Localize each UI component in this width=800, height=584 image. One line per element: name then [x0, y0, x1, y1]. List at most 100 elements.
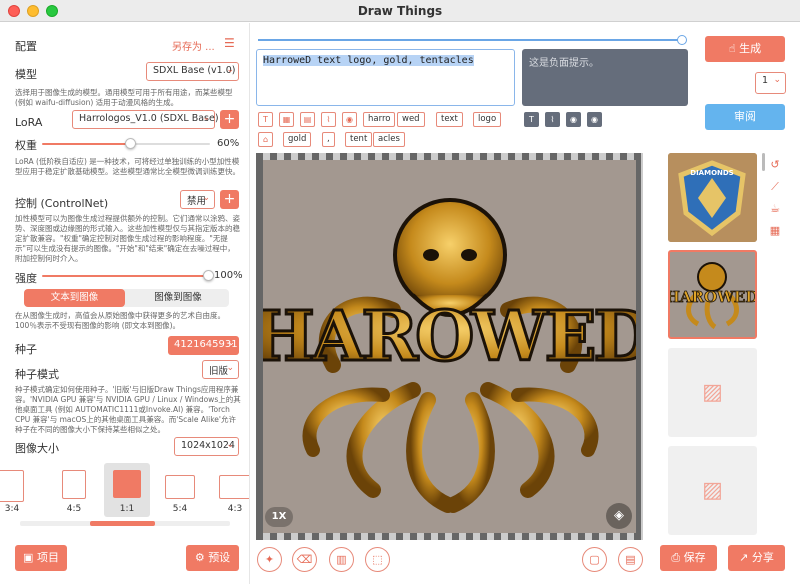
list-menu-icon[interactable]: ☰ — [224, 36, 235, 50]
chevron-down-icon: ⌄ — [226, 363, 234, 373]
strength-value: 100% — [214, 270, 243, 281]
document-icon[interactable]: ▤ — [618, 547, 643, 572]
history-icon[interactable]: ↺ — [768, 158, 782, 172]
model-description: 选择用于图像生成的模型。通用模型可用于所有用途，而某些模型(例如 waifu-d… — [15, 88, 233, 107]
record-icon[interactable]: ◉ — [342, 112, 357, 127]
token-chip[interactable]: text — [436, 112, 463, 127]
weight-slider-fill — [42, 143, 130, 145]
add-control-button[interactable]: + — [220, 190, 239, 209]
layers-icon[interactable]: ◈ — [606, 503, 632, 529]
token-chip[interactable]: logo — [473, 112, 502, 127]
save-icon: ⎙ — [671, 551, 681, 564]
controlnet-select[interactable]: 禁用 ⌄ — [180, 190, 215, 209]
prompt-input[interactable]: HarroweD text logo, gold, tentacles — [256, 49, 515, 106]
token-chip[interactable]: , — [322, 132, 335, 147]
seed-field[interactable]: 4121645931 ⌄ — [168, 336, 239, 355]
selection-icon[interactable]: ⬚ — [365, 547, 390, 572]
image-icon[interactable]: ▦ — [279, 112, 294, 127]
badge-thumbnail-image: DIAMONDS — [668, 153, 757, 242]
sticky-note-icon[interactable]: ▢ — [582, 547, 607, 572]
paperclip-icon[interactable]: ⌇ — [321, 112, 336, 127]
text-icon[interactable]: T — [258, 112, 273, 127]
image-size-label: 图像大小 — [15, 442, 59, 455]
size-scroll-hint — [20, 521, 230, 526]
strength-label: 强度 — [15, 272, 37, 285]
batch-count-select[interactable]: 1 ⌄ — [755, 72, 786, 94]
token-chip[interactable]: wed — [397, 112, 425, 127]
size-scroll-thumb[interactable] — [90, 521, 155, 526]
zoom-indicator[interactable]: 1X — [265, 507, 293, 527]
add-lora-button[interactable]: + — [220, 110, 239, 129]
lora-description: LoRA (低阶秩自适应) 是一种技术，可将经过单独训练的小型加性模型应用于稳定… — [15, 157, 240, 176]
model-label: 模型 — [15, 68, 37, 81]
ratio-1-1-box[interactable] — [113, 470, 141, 498]
prompt-text: HarroweD text logo, gold, tentacles — [263, 55, 474, 66]
chevron-down-icon: ⌄ — [226, 65, 234, 75]
share-button-label: 分享 — [751, 551, 774, 564]
cup-icon[interactable]: ☕ — [768, 202, 782, 216]
review-button[interactable]: 审阅 — [705, 104, 785, 130]
magic-wand-icon[interactable]: ✦ — [257, 547, 282, 572]
tab-text-to-image[interactable]: 文本到图像 — [24, 289, 125, 307]
strength-slider-fill — [42, 275, 210, 277]
hand-icon: ☝ — [728, 42, 736, 55]
token-chip[interactable]: gold — [283, 132, 312, 147]
aspect-ratio-picker: 3:4 4:5 1:1 5:4 4:3 — [0, 461, 249, 517]
settings-panel: 配置 另存为 ... ☰ 模型 SDXL Base (v1.0) ⌄ 选择用于图… — [0, 23, 250, 584]
thumbnail-scrollbar[interactable] — [762, 153, 765, 171]
history-thumbnail-selected[interactable]: HAROWED — [668, 250, 757, 339]
preset-button-label: 预设 — [208, 551, 231, 564]
eraser-icon[interactable]: ⌫ — [292, 547, 317, 572]
paint-bucket-icon[interactable]: ▥ — [329, 547, 354, 572]
text-icon[interactable]: T — [524, 112, 539, 127]
record-icon[interactable]: ◉ — [566, 112, 581, 127]
ratio-3-4-box[interactable] — [0, 470, 24, 502]
tag-icon[interactable]: ⌂ — [258, 132, 273, 147]
seed-mode-description: 种子模式确定如何使用种子。'旧版'与旧版Draw Things应用程序兼容。'N… — [15, 385, 241, 434]
brush-icon[interactable]: ⟋ — [768, 180, 782, 194]
empty-thumbnail[interactable]: ▨ — [668, 446, 757, 535]
weight-slider-knob[interactable] — [125, 138, 136, 149]
image-canvas[interactable]: HAROWED — [249, 153, 655, 540]
chevron-down-icon: ⌄ — [227, 338, 235, 348]
token-chip[interactable]: harro — [363, 112, 396, 127]
strength-description: 在从图像生成时，高值会从原始图像中获得更多的艺术自由度。100％表示不受现有图像… — [15, 311, 225, 330]
ratio-5-4-box[interactable] — [165, 475, 195, 499]
save-button[interactable]: ⎙ 保存 — [660, 545, 717, 571]
history-thumbnail[interactable]: DIAMONDS — [668, 153, 757, 242]
seed-mode-select[interactable]: 旧版 ⌄ — [202, 360, 239, 379]
share-icon: ↗ — [739, 551, 749, 564]
strength-slider-knob[interactable] — [203, 270, 214, 281]
ratio-4-5-box[interactable] — [62, 470, 86, 499]
paperclip-icon[interactable]: ⌇ — [545, 112, 560, 127]
tab-image-to-image[interactable]: 图像到图像 — [127, 289, 229, 307]
preset-button[interactable]: ⚙ 预设 — [186, 545, 239, 571]
grid-icon[interactable]: ▦ — [768, 224, 782, 238]
lora-select-value: Harrologos_V1.0 (SDXL Base) — [79, 113, 219, 124]
negative-prompt-input[interactable]: 这是负面提示。 — [522, 49, 688, 106]
image-placeholder-icon: ▨ — [702, 478, 723, 503]
logo-text: HAROWED — [263, 297, 636, 377]
ratio-label: 5:4 — [172, 504, 188, 514]
ratio-4-3-box[interactable] — [219, 475, 249, 499]
generate-button-label: 生成 — [739, 42, 762, 55]
generate-button[interactable]: ☝ 生成 — [705, 36, 785, 62]
seed-label: 种子 — [15, 343, 37, 356]
token-chip[interactable]: acles — [373, 132, 405, 147]
chevron-down-icon: ⌄ — [202, 113, 210, 123]
progress-knob[interactable] — [677, 35, 687, 45]
save-as-link[interactable]: 另存为 ... — [172, 38, 215, 53]
image-size-select[interactable]: 1024x1024 ⌄ — [174, 437, 239, 456]
weight-label: 权重 — [15, 139, 37, 152]
grid-icon[interactable]: ▤ — [300, 112, 315, 127]
negative-prompt-placeholder: 这是负面提示。 — [529, 58, 599, 69]
project-button[interactable]: ▣ 项目 — [15, 545, 67, 571]
record-icon[interactable]: ◉ — [587, 112, 602, 127]
chevron-down-icon: ⌄ — [226, 440, 234, 450]
empty-thumbnail[interactable]: ▨ — [668, 348, 757, 437]
gear-icon: ⚙ — [194, 551, 205, 564]
share-button[interactable]: ↗ 分享 — [728, 545, 785, 571]
token-chip[interactable]: tent — [345, 132, 373, 147]
lora-select[interactable]: Harrologos_V1.0 (SDXL Base) ⌄ — [72, 110, 219, 129]
model-select[interactable]: SDXL Base (v1.0) ⌄ — [146, 62, 239, 81]
